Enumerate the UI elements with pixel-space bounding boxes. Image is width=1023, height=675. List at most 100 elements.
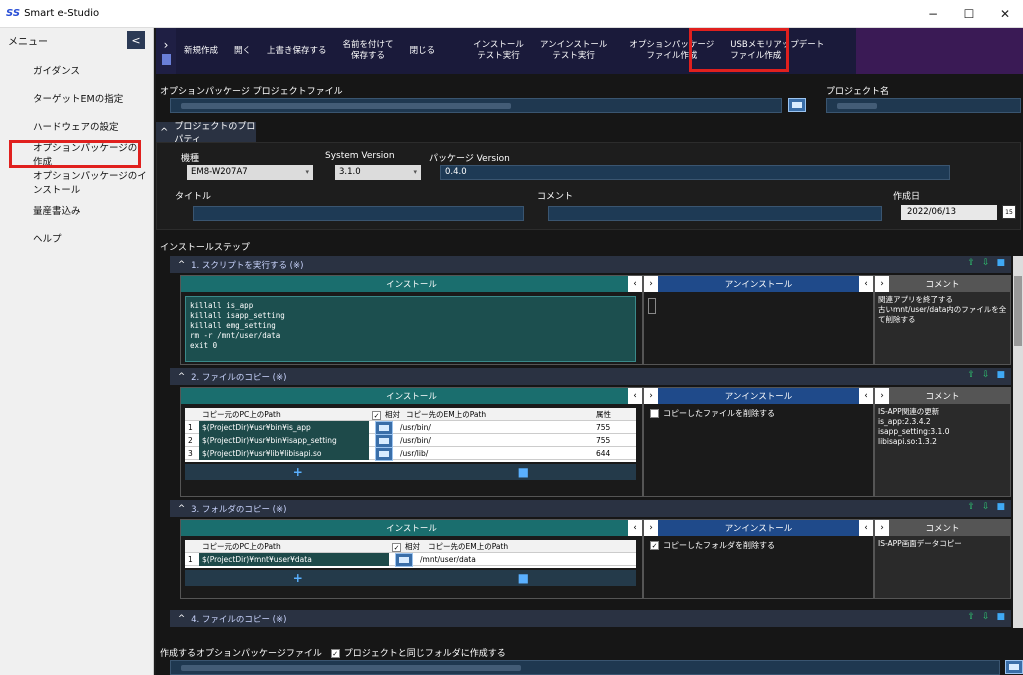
- chevron-right-icon[interactable]: ›: [644, 388, 658, 404]
- move-up-icon[interactable]: ⇧: [967, 502, 975, 512]
- chevron-right-icon[interactable]: ›: [644, 520, 658, 536]
- open-button[interactable]: 開く: [226, 46, 259, 57]
- save-button[interactable]: 上書き保存する: [259, 46, 335, 57]
- table-row[interactable]: 2 $(ProjectDir)¥usr¥bin¥isapp_setting /u…: [185, 434, 636, 448]
- sidebar-item-mass-write[interactable]: 量産書込み: [0, 196, 153, 224]
- chevron-right-icon[interactable]: ›: [875, 276, 889, 292]
- step-comment[interactable]: 関連アプリを終了する 古いmnt/user/data内のファイルを全て削除する: [875, 292, 1010, 364]
- table-row[interactable]: 1 $(ProjectDir)¥usr¥bin¥is_app /usr/bin/…: [185, 421, 636, 435]
- chevron-left-icon[interactable]: ‹: [859, 520, 873, 536]
- delete-copied-folder-checkbox[interactable]: ✓ コピーしたフォルダを削除する: [650, 540, 775, 551]
- sidebar-item-guidance[interactable]: ガイダンス: [0, 56, 153, 84]
- sidebar-item-install-package[interactable]: オプションパッケージのインストール: [0, 168, 153, 196]
- chevron-down-icon: ▾: [413, 168, 417, 176]
- output-file-row: 作成するオプションパッケージファイル ✓ プロジェクトと同じフォルダに作成する: [160, 649, 506, 659]
- comment-field[interactable]: [548, 206, 882, 221]
- maximize-button[interactable]: ☐: [951, 0, 987, 28]
- save-as-button[interactable]: 名前を付けて 保存する: [335, 40, 402, 62]
- model-label: 機種: [181, 154, 200, 164]
- system-version-select[interactable]: 3.1.0 ▾: [335, 165, 421, 180]
- folder-copy-table: コピー元のPC上のPath ✓ 相対 コピー先のEM上のPath 1 $(Proj…: [185, 540, 636, 568]
- uninstall-script[interactable]: [648, 298, 656, 314]
- step-comment[interactable]: IS-APP画面データコピー: [875, 536, 1010, 598]
- date-field[interactable]: 2022/06/13: [901, 205, 997, 220]
- main-area: オプションパッケージ プロジェクトファイル プロジェクト名 ^ プロジェクトのプ…: [156, 74, 1023, 675]
- trash-icon[interactable]: ■: [996, 502, 1005, 512]
- install-test-button[interactable]: インストール テスト実行: [465, 40, 532, 62]
- folder-browse-icon[interactable]: [375, 447, 393, 461]
- chevron-right-icon[interactable]: ›: [644, 276, 658, 292]
- new-button[interactable]: 新規作成: [176, 46, 226, 57]
- step-header[interactable]: ^ 4. ファイルのコピー (※) ⇧ ⇩ ■: [170, 610, 1011, 627]
- table-actions: + ■: [185, 570, 636, 586]
- same-folder-checkbox[interactable]: ✓ プロジェクトと同じフォルダに作成する: [330, 649, 506, 659]
- title-field[interactable]: [193, 206, 524, 221]
- step-header[interactable]: ^ 3. フォルダのコピー (※) ⇧ ⇩ ■: [170, 500, 1011, 517]
- uninstall-test-button[interactable]: アンインストール テスト実行: [532, 40, 622, 62]
- chevron-left-icon[interactable]: ‹: [628, 276, 642, 292]
- sidebar-item-help[interactable]: ヘルプ: [0, 224, 153, 252]
- comment-panel: › コメント IS-APP画面データコピー: [874, 519, 1011, 599]
- table-header: コピー元のPC上のPath ✓ 相対 コピー先のEM上のPath 属性: [185, 408, 636, 421]
- install-script[interactable]: killall is_app killall isapp_setting kil…: [185, 296, 636, 362]
- chevron-left-icon[interactable]: ‹: [859, 388, 873, 404]
- chevron-up-icon: ^: [178, 259, 186, 270]
- move-down-icon[interactable]: ⇩: [982, 370, 990, 380]
- output-file-field[interactable]: [170, 660, 1000, 675]
- model-select[interactable]: EM8-W207A7 ▾: [187, 165, 313, 180]
- chevron-left-icon[interactable]: ‹: [628, 520, 642, 536]
- move-down-icon[interactable]: ⇩: [982, 612, 990, 622]
- step-comment[interactable]: IS-APP関連の更新 is_app:2.3.4.2 isapp_setting…: [875, 404, 1010, 496]
- trash-icon[interactable]: ■: [996, 612, 1005, 622]
- app-logo-icon: SS: [6, 8, 21, 19]
- chevron-left-icon[interactable]: ‹: [628, 388, 642, 404]
- close-button[interactable]: ✕: [987, 0, 1023, 28]
- properties-header[interactable]: ^ プロジェクトのプロパティ: [156, 122, 256, 145]
- chevron-up-icon: ^: [178, 613, 186, 624]
- move-up-icon[interactable]: ⇧: [967, 612, 975, 622]
- move-down-icon[interactable]: ⇩: [982, 502, 990, 512]
- move-up-icon[interactable]: ⇧: [967, 370, 975, 380]
- uninstall-panel: › アンインストール ‹ ✓ コピーしたフォルダを削除する: [643, 519, 874, 599]
- calendar-icon[interactable]: 15: [1002, 205, 1016, 219]
- table-row[interactable]: 3 $(ProjectDir)¥usr¥lib¥libisapi.so /usr…: [185, 447, 636, 461]
- install-steps-label: インストールステップ: [160, 243, 250, 253]
- comment-panel: › コメント 関連アプリを終了する 古いmnt/user/data内のファイルを全…: [874, 275, 1011, 365]
- toolbar-expand[interactable]: ›: [156, 28, 176, 74]
- package-version-field[interactable]: 0.4.0: [440, 165, 950, 180]
- project-name-label: プロジェクト名: [826, 87, 890, 97]
- sidebar-item-hardware[interactable]: ハードウェアの設定: [0, 112, 153, 140]
- folder-browse-icon[interactable]: [395, 553, 413, 567]
- folder-browse-icon[interactable]: [788, 98, 806, 112]
- folder-browse-icon[interactable]: [1005, 660, 1023, 674]
- folder-browse-icon[interactable]: [375, 434, 393, 448]
- project-name-field[interactable]: [826, 98, 1021, 113]
- move-up-icon[interactable]: ⇧: [967, 258, 975, 268]
- steps-scrollbar[interactable]: [1013, 256, 1023, 628]
- install-panel: インストール ‹ killall is_app killall isapp_set…: [180, 275, 643, 365]
- add-row-icon[interactable]: +: [185, 464, 411, 480]
- trash-icon[interactable]: ■: [996, 370, 1005, 380]
- delete-row-icon[interactable]: ■: [411, 464, 637, 480]
- move-down-icon[interactable]: ⇩: [982, 258, 990, 268]
- trash-icon[interactable]: ■: [996, 258, 1005, 268]
- table-row[interactable]: 1 $(ProjectDir)¥mnt¥user¥data /mnt/user/…: [185, 553, 636, 567]
- sidebar-collapse-icon[interactable]: <: [127, 31, 145, 49]
- chevron-right-icon: ›: [163, 37, 169, 52]
- close-project-button[interactable]: 閉じる: [402, 46, 466, 57]
- sidebar-item-target-em[interactable]: ターゲットEMの指定: [0, 84, 153, 112]
- project-file-field[interactable]: [170, 98, 782, 113]
- folder-browse-icon[interactable]: [375, 421, 393, 435]
- chevron-left-icon[interactable]: ‹: [859, 276, 873, 292]
- minimize-button[interactable]: −: [915, 0, 951, 28]
- step-header[interactable]: ^ 1. スクリプトを実行する (※) ⇧ ⇩ ■: [170, 256, 1011, 273]
- sidebar-item-create-package[interactable]: オプションパッケージの作成: [9, 140, 141, 168]
- chevron-right-icon[interactable]: ›: [875, 520, 889, 536]
- add-row-icon[interactable]: +: [185, 570, 411, 586]
- project-file-label: オプションパッケージ プロジェクトファイル: [160, 87, 343, 97]
- chevron-right-icon[interactable]: ›: [875, 388, 889, 404]
- delete-copied-checkbox[interactable]: コピーしたファイルを削除する: [650, 408, 775, 419]
- uninstall-panel: › アンインストール ‹ コピーしたファイルを削除する: [643, 387, 874, 497]
- step-header[interactable]: ^ 2. ファイルのコピー (※) ⇧ ⇩ ■: [170, 368, 1011, 385]
- delete-row-icon[interactable]: ■: [411, 570, 637, 586]
